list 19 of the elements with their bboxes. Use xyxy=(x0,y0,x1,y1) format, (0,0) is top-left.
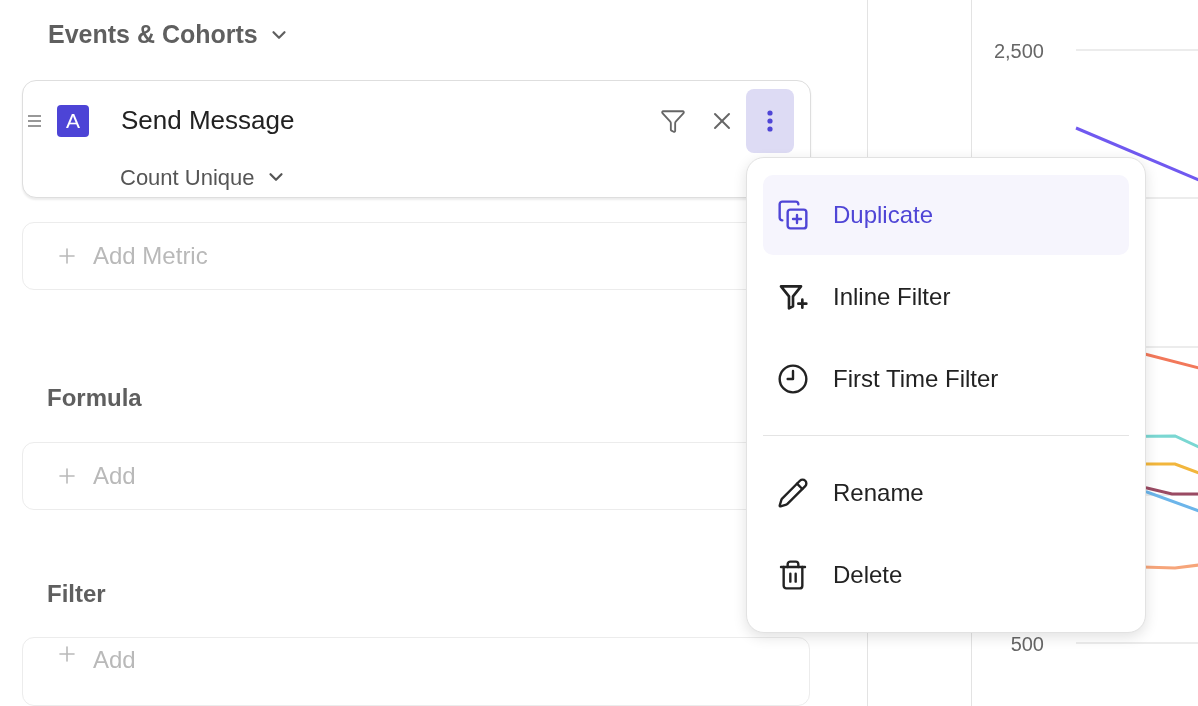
menu-item[interactable]: First Time Filter xyxy=(763,339,1129,419)
axis-tick-label: 2,500 xyxy=(993,40,1044,62)
menu-item[interactable]: Delete xyxy=(763,535,1129,615)
more-button[interactable] xyxy=(746,88,794,153)
pencil-icon xyxy=(777,477,809,509)
section-title: Formula xyxy=(47,383,143,413)
axis-tick-label: 500 xyxy=(1010,633,1044,655)
aggregation-dropdown[interactable]: Count Unique xyxy=(120,160,287,194)
filter-icon[interactable] xyxy=(660,107,686,134)
trash-icon xyxy=(777,559,809,591)
letter-badge: A xyxy=(57,104,89,137)
menu-item[interactable]: Duplicate xyxy=(763,175,1129,255)
event-name: Send Message xyxy=(121,104,295,137)
copy-plus-icon xyxy=(777,199,809,231)
kebab-icon xyxy=(767,109,773,132)
section-title: Filter xyxy=(47,579,107,610)
drag-handle-icon xyxy=(28,114,41,127)
section-dropdown[interactable]: Events & Cohorts xyxy=(48,16,290,54)
clock-icon xyxy=(777,363,809,395)
